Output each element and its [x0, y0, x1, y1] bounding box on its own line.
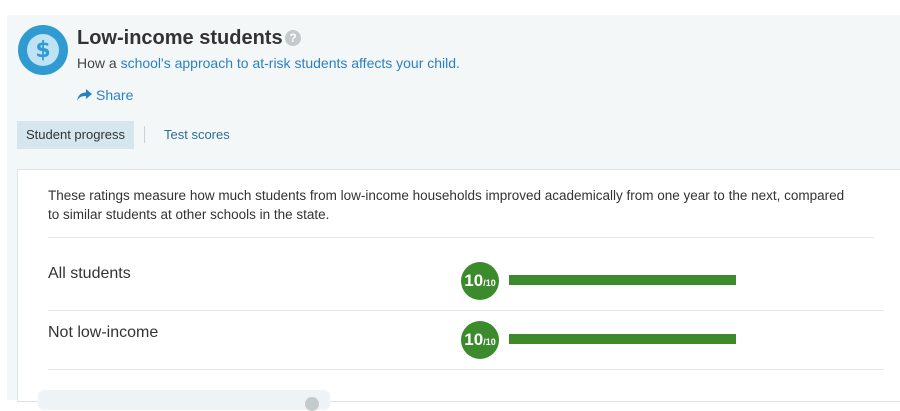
- rating-label-not-low-income: Not low-income: [48, 324, 159, 341]
- rating-bar-all-students: [509, 275, 736, 285]
- row-divider: [48, 369, 884, 370]
- next-section-header: [38, 390, 330, 410]
- subtitle-link[interactable]: school's approach to at-risk students af…: [121, 55, 460, 71]
- rating-out-of: /10: [483, 278, 496, 288]
- rating-badge-all-students: 10/10: [461, 262, 499, 300]
- rating-score: 10: [464, 330, 484, 349]
- help-icon[interactable]: ?: [285, 30, 301, 46]
- share-button[interactable]: Share: [77, 87, 133, 103]
- rating-label-all-students: All students: [48, 265, 131, 282]
- ratings-description: These ratings measure how much students …: [48, 188, 845, 222]
- divider: [48, 237, 874, 238]
- tab-test-scores[interactable]: Test scores: [155, 121, 239, 149]
- section-subtitle: How a school's approach to at-risk stude…: [77, 55, 460, 71]
- rating-bar-fill: [509, 275, 736, 285]
- row-divider: [48, 310, 884, 311]
- rating-bar-fill: [509, 334, 736, 344]
- section-title: Low-income students: [77, 27, 283, 49]
- rating-bar-not-low-income: [509, 334, 736, 344]
- rating-score: 10: [464, 271, 484, 290]
- help-icon[interactable]: [305, 397, 319, 411]
- rating-badge-not-low-income: 10/10: [461, 321, 499, 359]
- dollar-icon: $: [18, 25, 68, 75]
- tab-student-progress[interactable]: Student progress: [17, 121, 135, 149]
- share-arrow-icon: [77, 89, 92, 101]
- rating-out-of: /10: [483, 337, 496, 347]
- tab-divider: [144, 126, 145, 143]
- subtitle-text: How a: [77, 55, 121, 71]
- dollar-symbol: $: [27, 34, 59, 66]
- share-label: Share: [96, 87, 134, 103]
